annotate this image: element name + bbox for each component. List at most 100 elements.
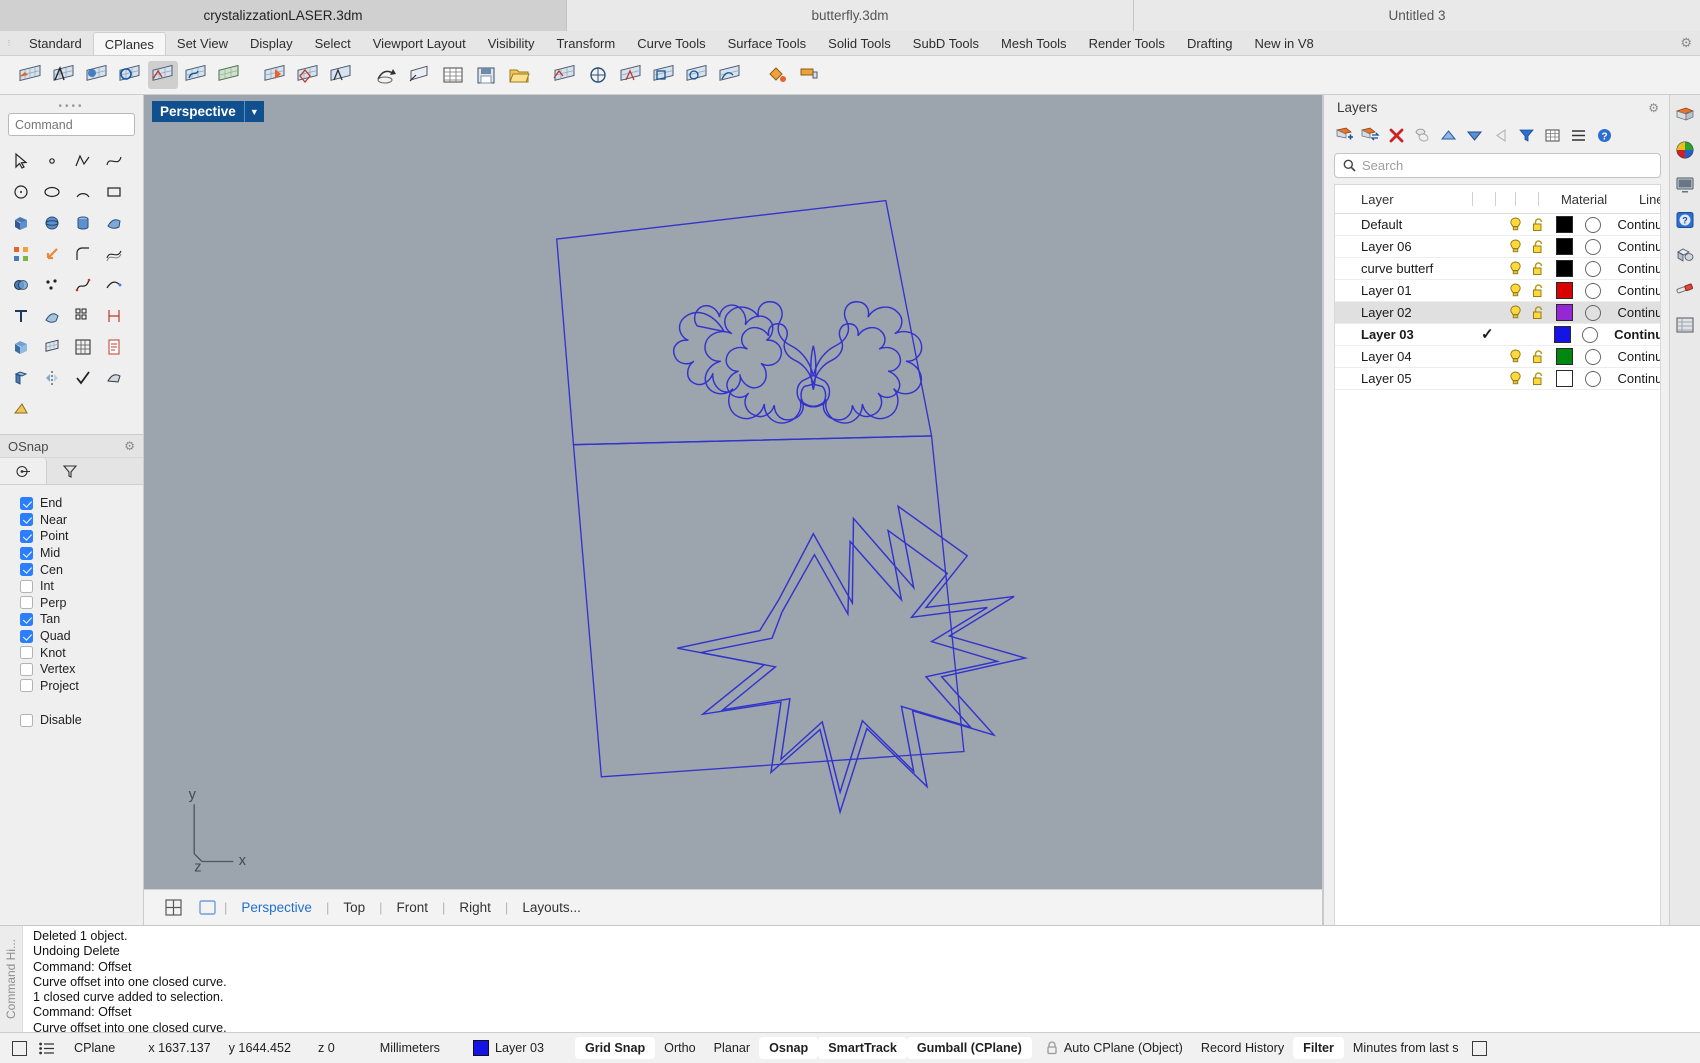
offset-curve-icon[interactable] xyxy=(99,239,129,269)
tab-set-view[interactable]: Set View xyxy=(166,31,239,55)
osnap-row-int[interactable]: Int xyxy=(20,578,143,595)
layer-material-circle[interactable] xyxy=(1579,304,1607,321)
four-view-layout-icon[interactable] xyxy=(156,898,190,917)
ellipse-icon[interactable] xyxy=(37,177,67,207)
list-menu-icon[interactable] xyxy=(1566,123,1590,147)
tab-mesh-tools[interactable]: Mesh Tools xyxy=(990,31,1078,55)
column-header-material[interactable]: Material xyxy=(1561,192,1639,207)
select-arrow-icon[interactable] xyxy=(6,146,36,176)
document-tab-2[interactable]: Untitled 3 xyxy=(1134,0,1700,31)
panel-grip-icon[interactable]: •••• xyxy=(8,101,135,113)
layer-name[interactable]: Layer 02 xyxy=(1335,305,1473,320)
cplane-grid-icon-d[interactable] xyxy=(682,61,712,89)
layer-visibility-bulb-icon[interactable] xyxy=(1505,239,1526,254)
status-list-icon[interactable] xyxy=(33,1042,60,1055)
osnap-checkbox-perp[interactable] xyxy=(20,596,33,610)
osnap-row-point[interactable]: Point xyxy=(20,528,143,545)
table-row[interactable]: Layer 03 ✓ Continu xyxy=(1335,324,1660,346)
save-icon[interactable] xyxy=(471,61,501,89)
command-history-label-rail[interactable]: Command Hi... xyxy=(0,926,23,1032)
layer-color-swatch[interactable] xyxy=(1551,304,1579,321)
perspective-viewport[interactable]: y z x Perspective ▼ xyxy=(144,95,1323,889)
tab-cplanes[interactable]: CPlanes xyxy=(92,32,166,55)
status-toggle-gumball[interactable]: Gumball (CPlane) xyxy=(906,1037,1032,1059)
properties-rail-icon[interactable] xyxy=(1674,314,1696,336)
layer-name[interactable]: Layer 03 xyxy=(1335,327,1471,342)
status-toggle-grid-snap[interactable]: Grid Snap xyxy=(574,1037,656,1059)
osnap-checkbox-vertex[interactable] xyxy=(20,662,33,676)
polyline-icon[interactable] xyxy=(68,146,98,176)
tab-standard[interactable]: Standard xyxy=(18,31,93,55)
table-row[interactable]: Layer 06 Continu xyxy=(1335,236,1660,258)
layer-name[interactable]: curve butterf xyxy=(1335,261,1473,276)
shape-blend-icon[interactable] xyxy=(99,363,129,393)
help-icon[interactable]: ? xyxy=(1592,123,1616,147)
status-end-box-icon[interactable] xyxy=(1468,1040,1491,1056)
tab-subd-tools[interactable]: SubD Tools xyxy=(902,31,990,55)
layer-visibility-bulb-icon[interactable] xyxy=(1505,217,1526,232)
arc-icon[interactable] xyxy=(68,177,98,207)
layers-rail-icon[interactable] xyxy=(1674,104,1696,126)
osnap-checkbox-end[interactable] xyxy=(20,496,33,510)
cplane-icon-9[interactable] xyxy=(293,61,323,89)
view-plane-icon[interactable] xyxy=(405,61,435,89)
array-icon[interactable] xyxy=(68,301,98,331)
osnap-row-near[interactable]: Near xyxy=(20,512,143,529)
materials-rail-icon[interactable] xyxy=(1674,279,1696,301)
tab-curve-tools[interactable]: Curve Tools xyxy=(626,31,716,55)
curve-tools-icon[interactable] xyxy=(99,270,129,300)
cplane-grid-icon-c[interactable] xyxy=(649,61,679,89)
grid-blocks-icon[interactable] xyxy=(68,332,98,362)
layer-color-swatch[interactable] xyxy=(1548,326,1576,343)
mesh-icon[interactable] xyxy=(37,332,67,362)
status-units[interactable]: Millimeters xyxy=(344,1041,449,1055)
gradient-icon[interactable] xyxy=(6,394,36,424)
cplane-icon-4[interactable] xyxy=(115,61,145,89)
tab-drafting[interactable]: Drafting xyxy=(1176,31,1244,55)
layer-lock-icon[interactable] xyxy=(1526,371,1551,386)
layer-material-circle[interactable] xyxy=(1579,260,1607,277)
dimension-icon[interactable] xyxy=(99,301,129,331)
osnap-checkbox-near[interactable] xyxy=(20,513,33,527)
layer-linetype[interactable]: Continu xyxy=(1604,327,1660,342)
layer-visibility-bulb-icon[interactable] xyxy=(1505,283,1526,298)
status-layer[interactable]: Layer 03 xyxy=(449,1040,553,1056)
osnap-row-mid[interactable]: Mid xyxy=(20,545,143,562)
layer-lock-icon[interactable] xyxy=(1526,283,1551,298)
cylinder-icon[interactable] xyxy=(68,208,98,238)
arrow-down-left-icon[interactable] xyxy=(37,239,67,269)
osnap-checkbox-mid[interactable] xyxy=(20,546,33,560)
osnap-row-project[interactable]: Project xyxy=(20,678,143,695)
table-row[interactable]: Layer 04 Continu xyxy=(1335,346,1660,368)
osnap-row-knot[interactable]: Knot xyxy=(20,644,143,661)
status-auto-cplane[interactable]: Auto CPlane (Object) xyxy=(1032,1041,1192,1055)
table-row[interactable]: Layer 02 Continu xyxy=(1335,302,1660,324)
cplane-icon-6[interactable] xyxy=(181,61,211,89)
color-wheel-icon[interactable] xyxy=(1674,139,1696,161)
layer-lock-icon[interactable] xyxy=(1526,239,1551,254)
extrude-icon[interactable] xyxy=(6,363,36,393)
osnap-tab-snaps[interactable] xyxy=(0,458,47,484)
osnap-checkbox-quad[interactable] xyxy=(20,629,33,643)
tab-new-in-v8[interactable]: New in V8 xyxy=(1243,31,1324,55)
display-monitor-icon[interactable] xyxy=(1674,174,1696,196)
osnap-tools-icon[interactable] xyxy=(6,239,36,269)
status-toggle-planar[interactable]: Planar xyxy=(705,1041,759,1055)
osnap-checkbox-int[interactable] xyxy=(20,579,33,593)
status-filter[interactable]: Filter xyxy=(1293,1037,1344,1059)
box-icon[interactable] xyxy=(6,208,36,238)
tab-display[interactable]: Display xyxy=(239,31,304,55)
delete-layer-icon[interactable] xyxy=(1384,123,1408,147)
layer-linetype[interactable]: Continu xyxy=(1608,305,1660,320)
layer-linetype[interactable]: Continu xyxy=(1608,283,1660,298)
document-tab-0[interactable]: crystalizzationLASER.3dm xyxy=(0,0,567,31)
osnap-checkbox-point[interactable] xyxy=(20,529,33,543)
table-row[interactable]: Layer 01 Continu xyxy=(1335,280,1660,302)
new-layer-icon[interactable] xyxy=(1332,123,1356,147)
layer-name[interactable]: Layer 05 xyxy=(1335,371,1473,386)
status-cplane[interactable]: CPlane xyxy=(60,1041,124,1055)
layer-lock-icon[interactable] xyxy=(1526,261,1551,276)
filter-icon[interactable] xyxy=(1514,123,1538,147)
osnap-row-quad[interactable]: Quad xyxy=(20,628,143,645)
cplane-icon-1[interactable] xyxy=(16,61,46,89)
